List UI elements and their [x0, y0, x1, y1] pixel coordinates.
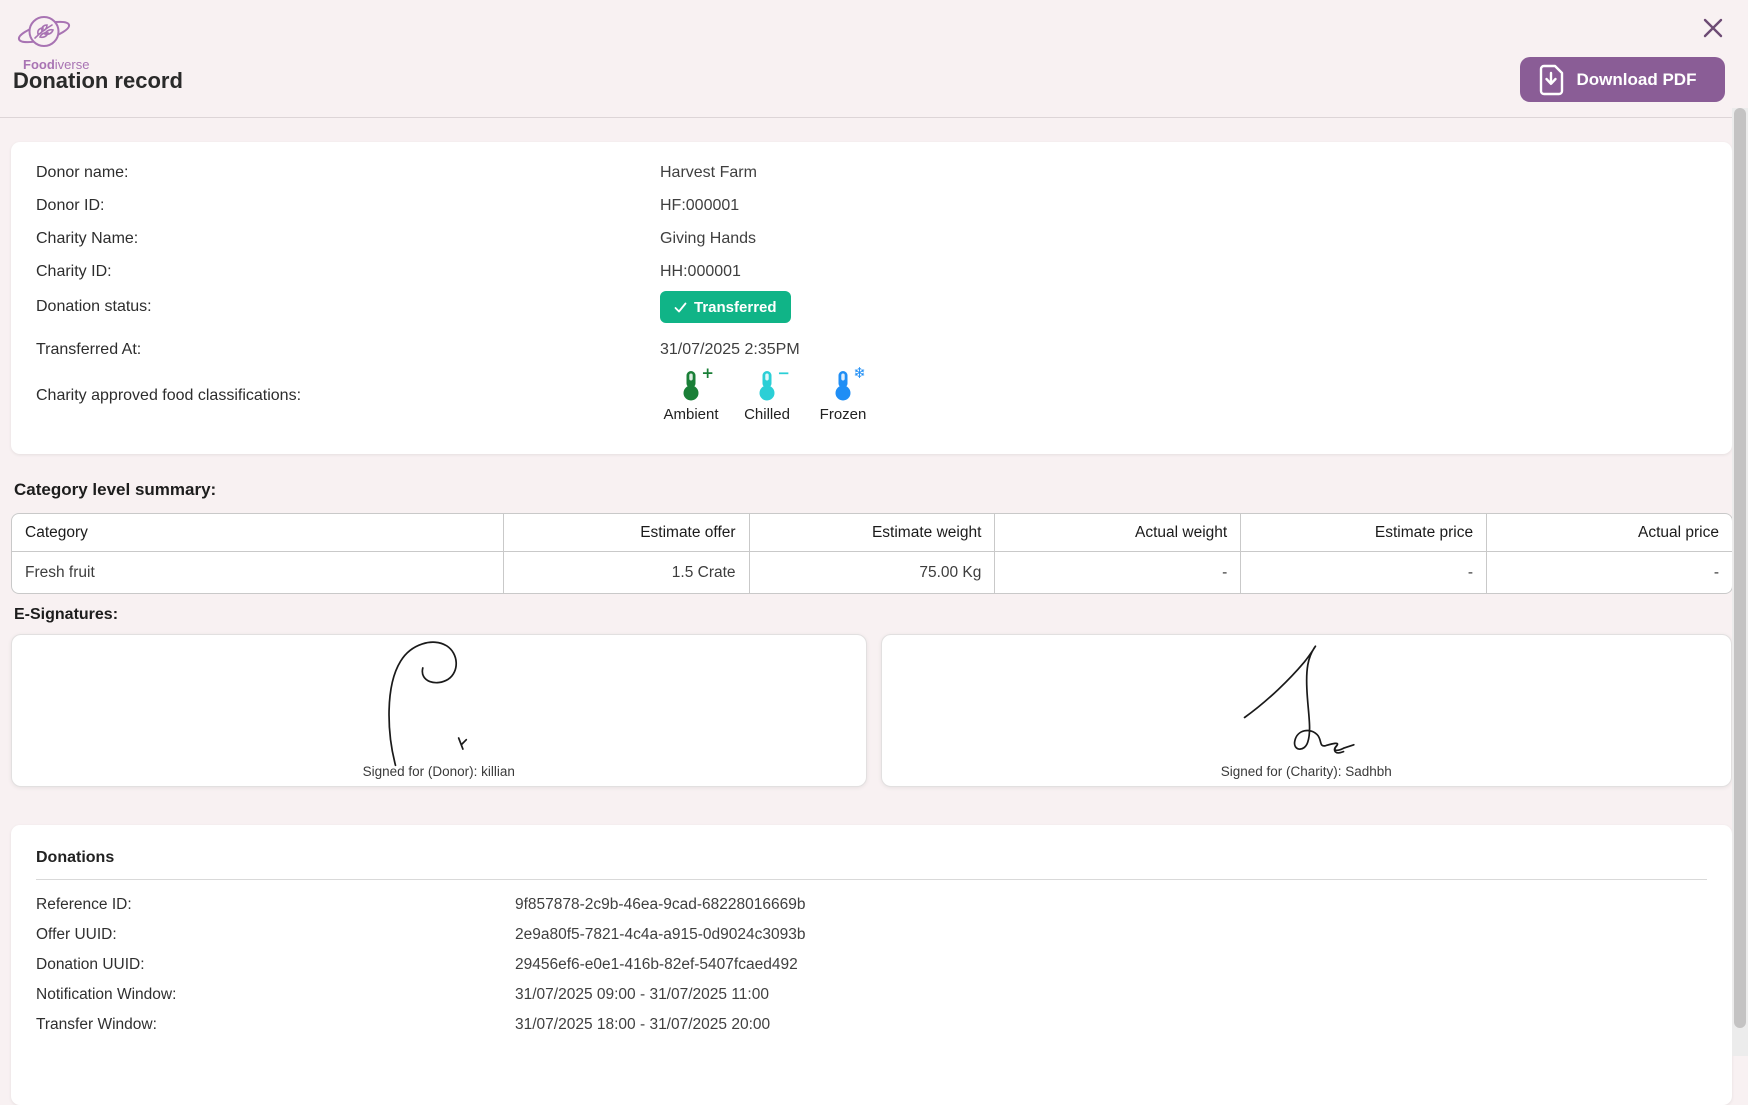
donation-row-transfer-window: Transfer Window: 31/07/2025 18:00 - 31/0… — [36, 1010, 1707, 1040]
charity-signature-box: Signed for (Charity): Sadhbh — [881, 634, 1733, 787]
donation-value: 31/07/2025 09:00 - 31/07/2025 11:00 — [515, 986, 769, 1004]
detail-row-classifications: Charity approved food classifications: + — [36, 368, 1732, 424]
close-button[interactable] — [1701, 16, 1725, 40]
donation-row-reference-id: Reference ID: 9f857878-2c9b-46ea-9cad-68… — [36, 890, 1707, 920]
table-row: Fresh fruit 1.5 Crate 75.00 Kg - - - — [11, 552, 1733, 594]
donation-value: 31/07/2025 18:00 - 31/07/2025 20:00 — [515, 1016, 770, 1034]
donor-signature-box: Signed for (Donor): killian — [11, 634, 867, 787]
status-badge-label: Transferred — [694, 299, 777, 316]
thermometer-minus-icon: − — [756, 369, 778, 401]
download-pdf-button[interactable]: Download PDF — [1520, 57, 1725, 102]
detail-label: Transferred At: — [36, 341, 660, 359]
donation-value: 29456ef6-e0e1-416b-82ef-5407fcaed492 — [515, 956, 798, 974]
detail-row-donor-id: Donor ID: HF:000001 — [36, 189, 1732, 222]
signatures-row: Signed for (Donor): killian Signed for (… — [11, 634, 1732, 787]
main-content: Donor name: Harvest Farm Donor ID: HF:00… — [0, 142, 1748, 1105]
cell-estimate-price: - — [1241, 552, 1487, 594]
column-header-estimate-offer: Estimate offer — [504, 513, 750, 552]
cell-estimate-offer: 1.5 Crate — [504, 552, 750, 594]
charity-signature-caption: Signed for (Charity): Sadhbh — [882, 764, 1732, 779]
detail-value: Harvest Farm — [660, 164, 757, 182]
detail-value: 31/07/2025 2:35PM — [660, 341, 800, 359]
detail-row-charity-id: Charity ID: HH:000001 — [36, 255, 1732, 288]
donation-label: Notification Window: — [36, 986, 515, 1004]
detail-label: Charity ID: — [36, 263, 660, 281]
detail-row-transferred-at: Transferred At: 31/07/2025 2:35PM — [36, 333, 1732, 366]
donations-heading: Donations — [36, 849, 1707, 867]
donation-row-offer-uuid: Offer UUID: 2e9a80f5-7821-4c4a-a915-0d90… — [36, 920, 1707, 950]
download-document-icon — [1536, 63, 1566, 97]
donation-label: Offer UUID: — [36, 926, 515, 944]
thermometer-plus-icon: + — [680, 369, 702, 401]
cell-actual-price: - — [1487, 552, 1733, 594]
donation-details-card: Donor name: Harvest Farm Donor ID: HF:00… — [11, 142, 1732, 454]
header: Foodiverse Donation record Download PDF — [0, 0, 1748, 118]
classification-chilled: − Chilled — [736, 369, 798, 423]
detail-row-donor-name: Donor name: Harvest Farm — [36, 156, 1732, 189]
detail-value: Giving Hands — [660, 230, 756, 248]
donations-card: Donations Reference ID: 9f857878-2c9b-46… — [11, 825, 1732, 1105]
classification-label: Frozen — [820, 406, 867, 423]
classification-list: + Ambient − — [660, 369, 874, 423]
vertical-scrollbar[interactable] — [1732, 108, 1748, 1056]
detail-label: Donor name: — [36, 164, 660, 182]
summary-heading: Category level summary: — [14, 480, 1732, 500]
donor-signature-image — [374, 639, 504, 767]
cell-category: Fresh fruit — [11, 552, 504, 594]
cell-estimate-weight: 75.00 Kg — [750, 552, 996, 594]
classification-label: Ambient — [663, 406, 718, 423]
donation-row-donation-uuid: Donation UUID: 29456ef6-e0e1-416b-82ef-5… — [36, 950, 1707, 980]
scrollbar-thumb[interactable] — [1734, 108, 1746, 1028]
snowflake-symbol: ❄ — [853, 366, 866, 381]
detail-value: HH:000001 — [660, 263, 741, 281]
detail-label: Donor ID: — [36, 197, 660, 215]
detail-label: Charity approved food classifications: — [36, 387, 660, 405]
donation-value: 9f857878-2c9b-46ea-9cad-68228016669b — [515, 896, 805, 914]
column-header-estimate-weight: Estimate weight — [750, 513, 996, 552]
classification-frozen: ❄ Frozen — [812, 369, 874, 423]
charity-signature-image — [1236, 639, 1376, 767]
minus-symbol: − — [777, 366, 790, 381]
classification-ambient: + Ambient — [660, 369, 722, 423]
column-header-estimate-price: Estimate price — [1241, 513, 1487, 552]
detail-value: HF:000001 — [660, 197, 739, 215]
donor-signature-caption: Signed for (Donor): killian — [12, 764, 866, 779]
detail-label: Charity Name: — [36, 230, 660, 248]
donation-label: Donation UUID: — [36, 956, 515, 974]
category-summary-table: Category Estimate offer Estimate weight … — [11, 513, 1733, 594]
donation-row-notification-window: Notification Window: 31/07/2025 09:00 - … — [36, 980, 1707, 1010]
detail-row-charity-name: Charity Name: Giving Hands — [36, 222, 1732, 255]
column-header-actual-price: Actual price — [1487, 513, 1733, 552]
column-header-actual-weight: Actual weight — [995, 513, 1241, 552]
download-pdf-label: Download PDF — [1566, 70, 1725, 90]
table-header-row: Category Estimate offer Estimate weight … — [11, 513, 1733, 552]
status-badge: Transferred — [660, 291, 791, 323]
page-title: Donation record — [13, 68, 183, 94]
classification-label: Chilled — [744, 406, 790, 423]
donation-value: 2e9a80f5-7821-4c4a-a915-0d9024c3093b — [515, 926, 805, 944]
detail-label: Donation status: — [36, 298, 660, 316]
detail-row-donation-status: Donation status: Transferred — [36, 291, 1732, 323]
close-icon — [1701, 16, 1725, 40]
column-header-category: Category — [11, 513, 504, 552]
cell-actual-weight: - — [995, 552, 1241, 594]
planet-leaf-icon — [16, 12, 78, 54]
check-icon — [674, 301, 687, 314]
plus-symbol: + — [701, 366, 714, 381]
divider — [36, 879, 1707, 880]
donation-label: Reference ID: — [36, 896, 515, 914]
thermometer-snowflake-icon: ❄ — [832, 369, 854, 401]
signatures-heading: E-Signatures: — [14, 606, 1732, 624]
donation-label: Transfer Window: — [36, 1016, 515, 1034]
donations-rows: Reference ID: 9f857878-2c9b-46ea-9cad-68… — [36, 890, 1707, 1040]
foodiverse-logo: Foodiverse — [16, 12, 89, 72]
